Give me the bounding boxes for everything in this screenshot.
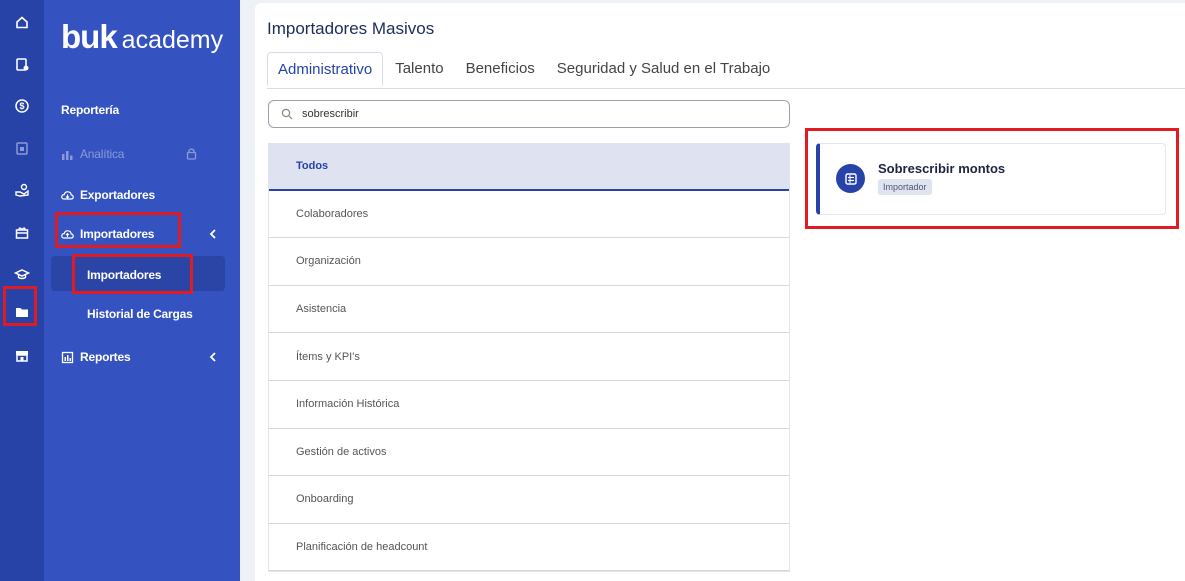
chart-icon xyxy=(61,148,74,161)
chevron-left-icon[interactable] xyxy=(209,352,217,362)
tabs-divider xyxy=(267,88,1185,89)
navigation-panel: buk academy Reportería Analítica Exporta… xyxy=(44,0,240,581)
report-icon xyxy=(61,351,74,364)
tab-beneficios[interactable]: Beneficios xyxy=(456,52,545,86)
highlight-box-subnav-importadores xyxy=(72,254,193,294)
clipboard-icon[interactable] xyxy=(0,46,44,82)
tab-seguridad-y-salud[interactable]: Seguridad y Salud en el Trabajo xyxy=(547,52,780,86)
category-colaboradores[interactable]: Colaboradores xyxy=(269,191,789,239)
tab-talento[interactable]: Talento xyxy=(385,52,453,86)
search-input[interactable] xyxy=(302,108,742,120)
page-title: Importadores Masivos xyxy=(267,19,435,38)
nav-item-label: Exportadores xyxy=(80,188,155,202)
lock-icon xyxy=(186,147,197,160)
svg-text:$: $ xyxy=(19,101,24,111)
nav-item-analitica[interactable]: Analítica xyxy=(61,147,124,161)
highlight-box-importadores xyxy=(55,212,181,248)
lock-doc-icon[interactable] xyxy=(0,130,44,166)
logo[interactable]: buk academy xyxy=(61,18,223,56)
logo-primary: buk xyxy=(61,18,118,55)
nav-item-reportes[interactable]: Reportes xyxy=(61,350,131,364)
category-asistencia[interactable]: Asistencia xyxy=(269,286,789,334)
section-title-reporteria: Reportería xyxy=(61,103,120,117)
cloud-download-icon xyxy=(61,189,74,202)
store-icon[interactable] xyxy=(0,338,44,374)
highlight-box-folder xyxy=(3,286,37,326)
category-gestion-de-activos[interactable]: Gestión de activos xyxy=(269,429,789,477)
hand-icon[interactable] xyxy=(0,172,44,208)
nav-item-exportadores[interactable]: Exportadores xyxy=(61,188,155,202)
category-informacion-historica[interactable]: Información Histórica xyxy=(269,381,789,429)
category-todos[interactable]: Todos xyxy=(269,143,789,191)
tab-administrativo[interactable]: Administrativo xyxy=(267,52,384,86)
search-icon xyxy=(281,108,293,120)
highlight-box-result xyxy=(805,128,1179,229)
category-planificacion-de-headcount[interactable]: Planificación de headcount xyxy=(269,524,789,572)
icon-rail: $ xyxy=(0,0,44,581)
subnav-item-historial-de-cargas[interactable]: Historial de Cargas xyxy=(87,307,193,321)
category-organizacion[interactable]: Organización xyxy=(269,238,789,286)
main-content: Importadores Masivos Administrativo Tale… xyxy=(255,3,1185,581)
category-list: Todos Colaboradores Organización Asisten… xyxy=(268,143,790,573)
category-items-y-kpis[interactable]: Ítems y KPI's xyxy=(269,333,789,381)
nav-item-label: Analítica xyxy=(80,147,125,161)
nav-item-label: Reportes xyxy=(80,350,131,364)
tab-bar: Administrativo Talento Beneficios Seguri… xyxy=(267,52,782,86)
category-onboarding[interactable]: Onboarding xyxy=(269,476,789,524)
dollar-icon[interactable]: $ xyxy=(0,88,44,124)
search-box[interactable] xyxy=(268,100,790,128)
gift-icon[interactable] xyxy=(0,214,44,250)
home-icon[interactable] xyxy=(0,4,44,40)
logo-secondary: academy xyxy=(121,26,224,54)
chevron-left-icon[interactable] xyxy=(209,229,217,239)
